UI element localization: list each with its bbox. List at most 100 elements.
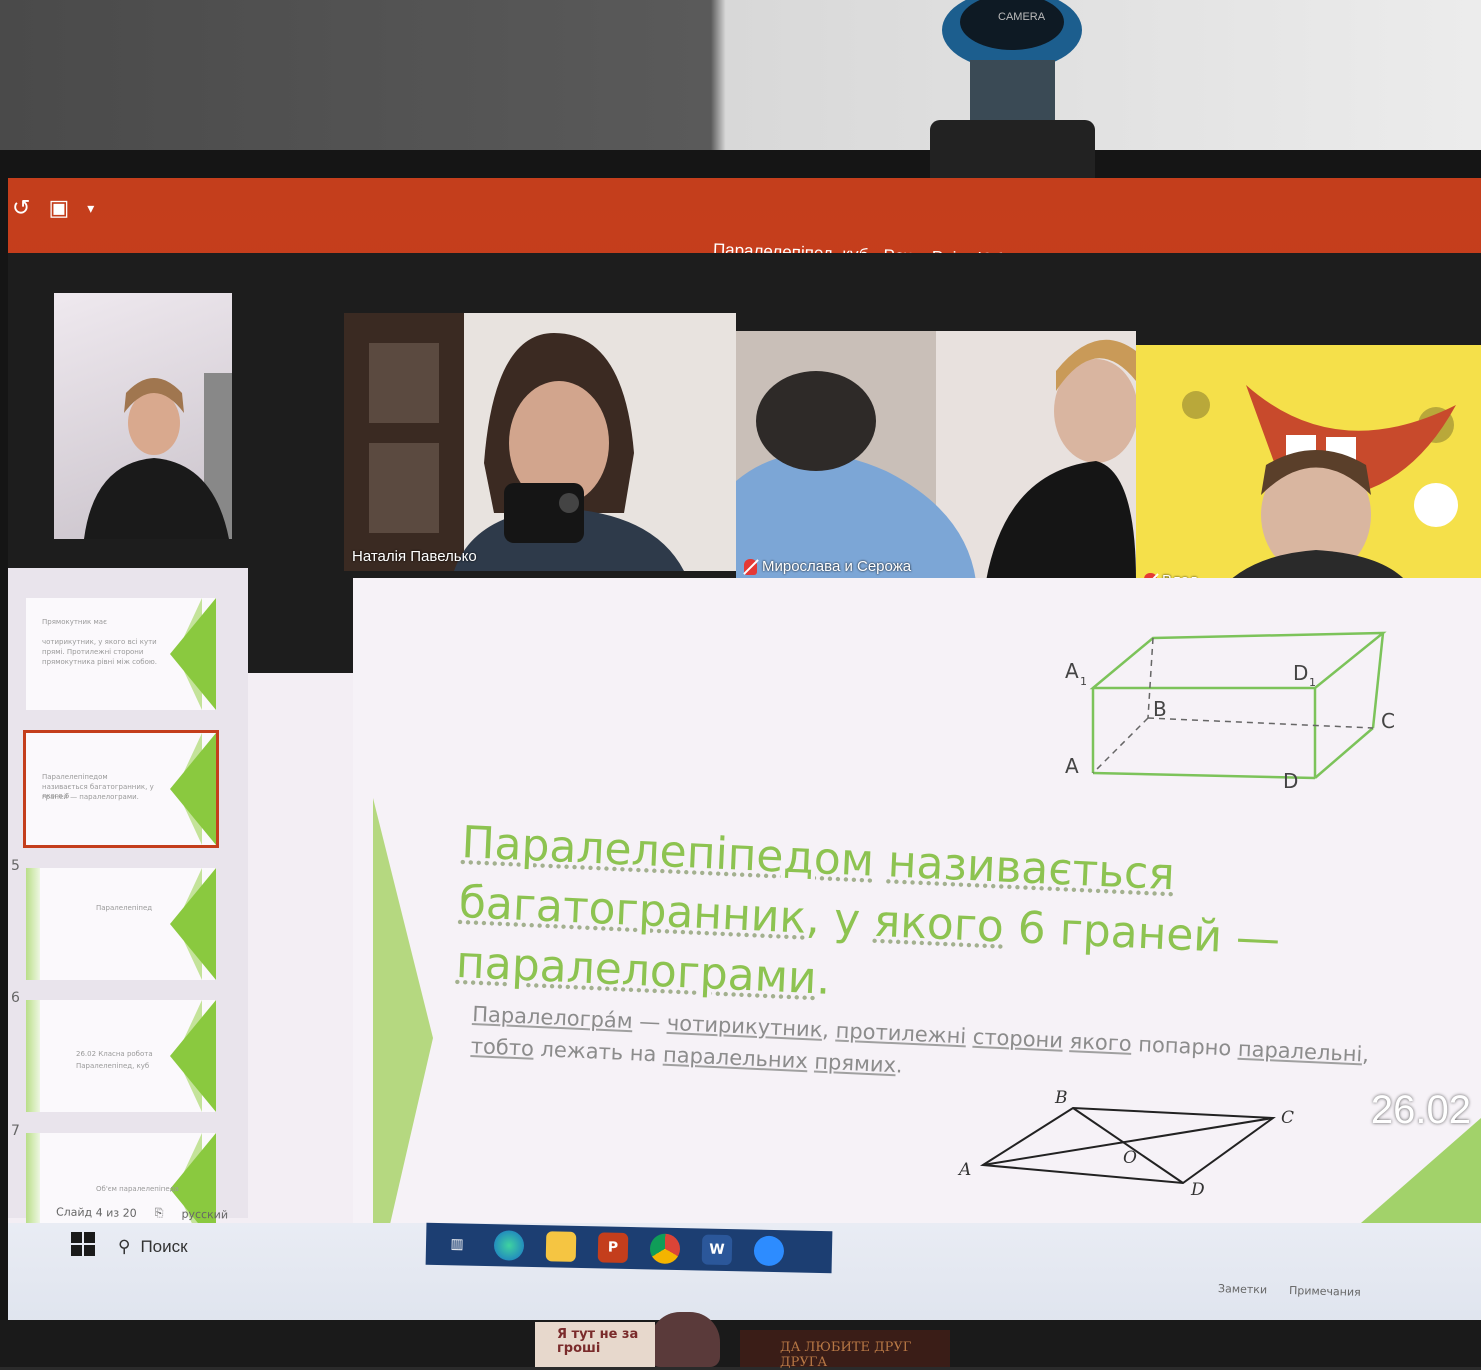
text-run: називається	[886, 836, 1176, 901]
participant-video-4	[1136, 345, 1481, 595]
vertex-label-a: A	[1065, 754, 1079, 778]
vertex-label-d1: D	[1293, 661, 1308, 685]
start-from-beginning-icon[interactable]: ▣	[48, 196, 69, 221]
slide-decor-left	[373, 798, 433, 1258]
file-explorer-icon[interactable]	[545, 1231, 577, 1262]
thumb-decor	[170, 598, 216, 710]
parallelepiped-diagram: A 1 B D 1 C A D	[1065, 631, 1395, 793]
background-wall	[0, 0, 1481, 175]
vertex-label-c: C	[1281, 1108, 1294, 1128]
text-run: Паралелепіпедом	[460, 816, 876, 887]
main-slide-canvas[interactable]: A 1 B D 1 C A D Паралелепіпедом називаєт…	[353, 578, 1481, 1258]
text-run: багатогранник	[457, 876, 808, 944]
comments-button[interactable]: Примечания	[1289, 1284, 1361, 1299]
text-run: протилежні	[835, 1018, 967, 1049]
slide-number: 6	[11, 990, 20, 1006]
desk-plaque: ДА ЛЮБИТЕ ДРУГ ДРУГА	[740, 1330, 950, 1370]
monitor-screen: ↺ ▣ ▾ Паралелепіпед, куб - PowerPoint (С…	[8, 178, 1481, 1328]
webcam-label: CAMERA	[998, 11, 1046, 23]
vertex-label-a: A	[957, 1160, 971, 1180]
chrome-icon[interactable]	[649, 1233, 681, 1265]
notes-button[interactable]: Заметки	[1218, 1282, 1267, 1296]
thumb-text: Прямокутник має	[42, 618, 107, 626]
text-run: прямих	[813, 1049, 897, 1078]
vertex-label-d: D	[1190, 1180, 1205, 1200]
quick-access-toolbar: ↺ ▣ ▾	[12, 196, 94, 221]
language-indicator[interactable]: русский	[181, 1207, 228, 1221]
text-run: .	[895, 1053, 904, 1078]
text-run: лежать на	[533, 1036, 664, 1067]
center-label-o: O	[1123, 1148, 1137, 1168]
spellcheck-icon[interactable]: ⎘	[155, 1206, 164, 1220]
vertex-subscript: 1	[1080, 675, 1087, 688]
thumb-text: прямокутника рівні між собою.	[42, 658, 157, 666]
thumb-decor	[26, 868, 40, 980]
text-run: тобто	[470, 1033, 535, 1061]
slide-thumbnail-3[interactable]: Прямокутник має чотирикутник, у якого вс…	[26, 598, 216, 710]
thumb-decor	[170, 868, 216, 980]
participant-video-3	[736, 331, 1136, 581]
text-run: якого	[1069, 1029, 1133, 1056]
customize-qat-icon[interactable]: ▾	[87, 201, 94, 217]
participant-name: Мирослава и Серожа	[744, 558, 911, 575]
thumb-decor	[26, 1000, 40, 1112]
search-icon: ⚲	[118, 1237, 131, 1256]
participant-name-text: Мирослава и Серожа	[762, 558, 912, 575]
participant-tile-3[interactable]: Мирослава и Серожа	[736, 331, 1136, 581]
text-run: попарно	[1131, 1031, 1239, 1061]
text-run: паралелограми	[455, 936, 818, 1005]
participant-name: Наталія Павелько	[352, 548, 477, 565]
text-run: , у	[804, 892, 876, 947]
vertex-label-d: D	[1283, 769, 1298, 793]
slide-headline: Паралелепіпедом називається багатогранни…	[455, 813, 1382, 1035]
slide-count: Слайд 4 из 20	[55, 1204, 137, 1220]
slide-thumbnail-5[interactable]: Паралелепіпед	[26, 868, 216, 980]
parallelogram-diagram: B C A O D	[957, 1088, 1294, 1200]
windows-taskbar: ⚲ Поиск ▥ P W	[8, 1222, 1481, 1328]
desk-sticker: Я тут не за гроші	[535, 1322, 655, 1367]
slide-thumbnail-6[interactable]: 26.02 Класна робота Паралелепіпед, куб	[26, 1000, 216, 1112]
thumb-text: Об'єм паралелепіпеда	[96, 1185, 179, 1193]
thumb-text: Паралелепіпед, куб	[76, 1062, 150, 1070]
thumb-text: Паралелепіпед	[96, 904, 153, 912]
slides-thumbnail-panel: Прямокутник має чотирикутник, у якого вс…	[8, 568, 248, 1245]
vertex-label-b: B	[1054, 1088, 1068, 1108]
vertex-label-b: B	[1153, 697, 1167, 721]
slide-thumbnail-4-selected[interactable]: Паралелепіпедом називається багатогранни…	[23, 730, 219, 848]
text-run: паралельні	[1237, 1036, 1363, 1067]
text-run: 6 граней —	[1002, 901, 1282, 966]
text-run: чотирикутник	[666, 1010, 823, 1042]
word-icon[interactable]: W	[701, 1234, 733, 1266]
slide-number: 5	[11, 858, 20, 874]
participant-video-2	[344, 313, 736, 571]
edge-icon[interactable]	[493, 1230, 525, 1261]
taskbar-pinned-apps: ▥ P W	[425, 1222, 833, 1274]
participant-tile-2[interactable]: Наталія Павелько	[344, 313, 736, 571]
text-run: ,	[1361, 1042, 1370, 1067]
powerpoint-icon[interactable]: P	[597, 1232, 629, 1263]
thumb-text: прямі. Протилежні сторони	[42, 648, 144, 656]
text-run: Паралелогра́м	[471, 1001, 634, 1034]
windows-start-icon[interactable]	[70, 1231, 96, 1257]
vertex-label-c: C	[1381, 709, 1395, 733]
zoom-icon[interactable]	[753, 1235, 785, 1267]
text-run: паралельних	[662, 1042, 809, 1074]
thumb-text: Паралелепіпедом	[42, 773, 108, 781]
mic-muted-icon	[744, 558, 757, 575]
date-overlay: 26.02	[1370, 1088, 1471, 1132]
vertex-label-a1: A	[1065, 659, 1079, 683]
participant-video-1	[84, 373, 232, 539]
undo-icon[interactable]: ↺	[12, 196, 30, 221]
slide-number: 7	[11, 1123, 20, 1139]
heart-decoration	[650, 1312, 720, 1367]
task-view-icon[interactable]: ▥	[442, 1229, 473, 1260]
text-run: якого	[872, 895, 1006, 953]
thumb-text: 26.02 Класна робота	[76, 1050, 153, 1058]
participant-tile-4[interactable]: Влад	[1136, 345, 1481, 595]
taskbar-search[interactable]: ⚲ Поиск	[118, 1229, 408, 1265]
thumb-text: чотирикутник, у якого всі кути	[42, 638, 157, 646]
thumb-text: граней — паралелограми.	[42, 793, 139, 801]
text-run: сторони	[972, 1024, 1064, 1053]
text-run: —	[632, 1009, 668, 1035]
participant-tile-1[interactable]	[54, 293, 232, 539]
